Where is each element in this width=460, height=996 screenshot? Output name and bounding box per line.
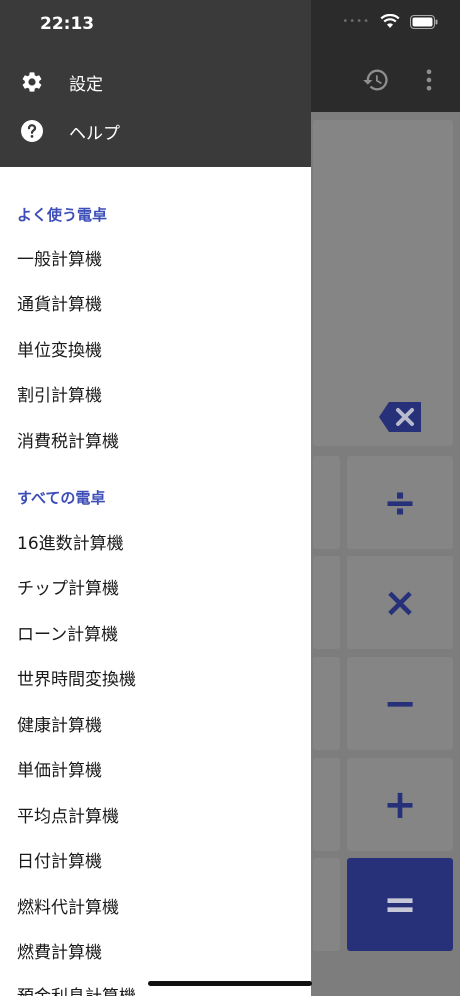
calc-key[interactable] xyxy=(313,556,340,649)
menu-item-health-calculator[interactable]: 健康計算機 xyxy=(17,711,102,736)
all-section-title: すべての電卓 xyxy=(17,489,106,507)
calc-key[interactable] xyxy=(313,456,340,549)
help-icon xyxy=(19,118,45,144)
plus-key[interactable]: + xyxy=(347,758,453,851)
menu-item-hex-calculator[interactable]: 16進数計算機 xyxy=(17,529,124,554)
help-menu-item[interactable]: ヘルプ xyxy=(0,108,311,154)
menu-item-fuel-cost-calculator[interactable]: 燃料代計算機 xyxy=(17,893,119,918)
navigation-drawer: 22:13 設定 ヘルプ よく使う電卓 一般計算機 通貨計算機 単位変換機 割引… xyxy=(0,0,311,996)
menu-item-date-calculator[interactable]: 日付計算機 xyxy=(17,847,102,872)
history-icon[interactable] xyxy=(362,66,390,94)
wifi-icon xyxy=(380,14,400,28)
menu-item-average-score-calculator[interactable]: 平均点計算機 xyxy=(17,802,119,827)
backspace-icon[interactable] xyxy=(379,402,421,432)
menu-item-loan-calculator[interactable]: ローン計算機 xyxy=(17,620,118,645)
menu-item-world-time-converter[interactable]: 世界時間変換機 xyxy=(17,665,136,690)
equals-key[interactable]: = xyxy=(347,858,453,951)
multiply-key[interactable]: × xyxy=(347,556,453,649)
calc-key[interactable] xyxy=(313,858,340,951)
favorites-section-title: よく使う電卓 xyxy=(17,206,108,224)
menu-item-discount-calculator[interactable]: 割引計算機 xyxy=(17,381,102,406)
calc-key[interactable] xyxy=(313,657,340,750)
menu-item-tax-calculator[interactable]: 消費税計算機 xyxy=(17,427,119,452)
status-indicators: •••• xyxy=(342,14,438,29)
minus-key[interactable]: − xyxy=(347,657,453,750)
menu-item-currency-calculator[interactable]: 通貨計算機 xyxy=(17,290,102,315)
home-indicator xyxy=(148,981,312,986)
more-vert-icon[interactable] xyxy=(415,66,443,94)
help-label: ヘルプ xyxy=(69,123,120,144)
settings-label: 設定 xyxy=(69,74,103,95)
menu-item-unit-converter[interactable]: 単位変換機 xyxy=(17,336,102,361)
menu-item-general-calculator[interactable]: 一般計算機 xyxy=(17,245,102,270)
menu-item-tip-calculator[interactable]: チップ計算機 xyxy=(17,574,119,599)
status-time: 22:13 xyxy=(40,14,95,34)
signal-icon: •••• xyxy=(342,16,370,27)
menu-item-unit-price-calculator[interactable]: 単価計算機 xyxy=(17,756,102,781)
calculator-display xyxy=(313,120,453,446)
divide-key[interactable]: ÷ xyxy=(347,456,453,549)
settings-menu-item[interactable]: 設定 xyxy=(0,59,311,105)
gear-icon xyxy=(19,69,45,95)
drawer-header: 22:13 設定 ヘルプ xyxy=(0,0,311,167)
calc-key[interactable] xyxy=(313,758,340,851)
battery-icon xyxy=(410,14,438,29)
menu-item-fuel-economy-calculator[interactable]: 燃費計算機 xyxy=(17,938,102,963)
menu-item-deposit-interest-calculator[interactable]: 預金利息計算機 xyxy=(17,982,136,996)
